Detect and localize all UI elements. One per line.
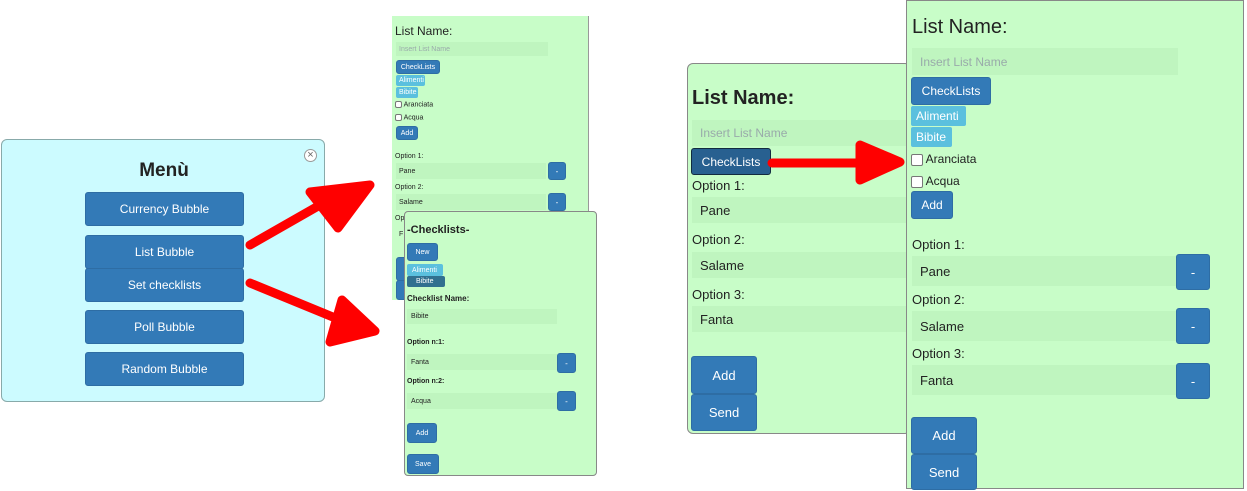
arrow-set-checklists: [245, 278, 380, 347]
arrow-checklists: [767, 140, 905, 185]
arrow-list-bubble: [245, 180, 375, 250]
annotation-arrows: [245, 140, 905, 347]
